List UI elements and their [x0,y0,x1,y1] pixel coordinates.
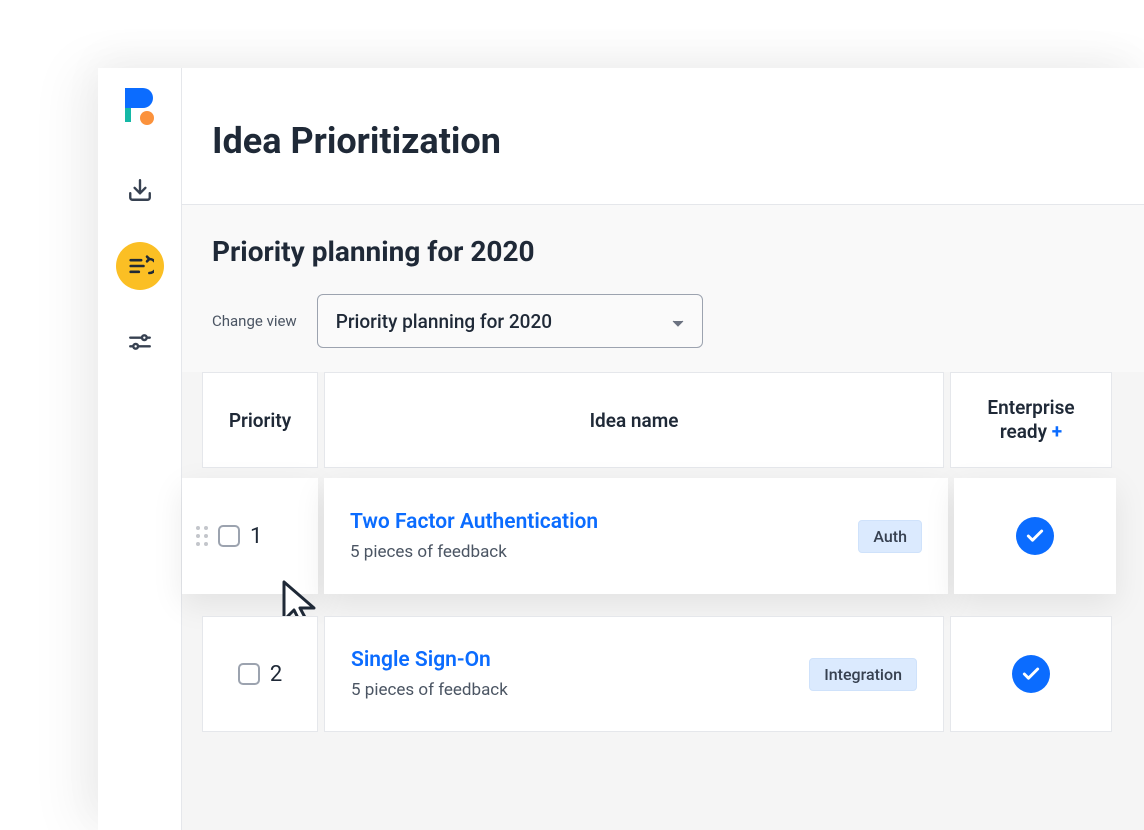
enterprise-cell [950,616,1112,732]
page-title: Idea Prioritization [212,120,1114,162]
view-section: Priority planning for 2020 Change view P… [182,205,1144,372]
caret-down-icon [672,310,684,333]
idea-feedback-count: 5 pieces of feedback [351,680,508,700]
page-header: Idea Prioritization [182,68,1144,205]
download-icon[interactable] [116,166,164,214]
idea-feedback-count: 5 pieces of feedback [350,542,598,562]
priority-cell: 1 [182,478,318,594]
add-column-icon[interactable]: + [1052,420,1062,443]
idea-tag[interactable]: Auth [858,520,922,553]
table-row[interactable]: 2 Single Sign-On 5 pieces of feedback In… [182,616,1144,732]
table-area: Priority Idea name Enterprise ready + 1 [182,372,1144,830]
sidebar [98,68,182,830]
drag-handle-icon[interactable] [196,526,208,546]
app-window: Idea Prioritization Priority planning fo… [98,68,1144,830]
view-select-value: Priority planning for 2020 [336,310,552,333]
view-select[interactable]: Priority planning for 2020 [317,294,703,348]
check-circle-icon [1016,517,1054,555]
priority-number: 1 [250,524,262,549]
app-logo [125,88,155,128]
idea-tag[interactable]: Integration [809,658,917,691]
section-title: Priority planning for 2020 [212,235,1114,268]
view-row: Change view Priority planning for 2020 [212,294,1114,348]
row-checkbox[interactable] [218,525,240,547]
table-row[interactable]: 1 Two Factor Authentication 5 pieces of … [182,478,1144,594]
check-circle-icon [1012,655,1050,693]
prioritization-icon[interactable] [116,242,164,290]
enterprise-cell [954,478,1116,594]
column-enterprise-ready[interactable]: Enterprise ready + [950,372,1112,468]
settings-sliders-icon[interactable] [116,318,164,366]
priority-cell: 2 [202,616,318,732]
column-idea-name: Idea name [324,372,944,468]
idea-title-link[interactable]: Two Factor Authentication [350,510,598,534]
table-body: 1 Two Factor Authentication 5 pieces of … [182,478,1144,732]
idea-text: Two Factor Authentication 5 pieces of fe… [350,510,598,562]
view-label: Change view [212,312,297,330]
column-priority: Priority [202,372,318,468]
priority-number: 2 [270,662,282,687]
idea-cell: Two Factor Authentication 5 pieces of fe… [324,478,948,594]
row-checkbox[interactable] [238,663,260,685]
idea-title-link[interactable]: Single Sign-On [351,648,508,672]
table-header: Priority Idea name Enterprise ready + [182,372,1144,468]
idea-cell: Single Sign-On 5 pieces of feedback Inte… [324,616,944,732]
main-content: Idea Prioritization Priority planning fo… [182,68,1144,830]
idea-text: Single Sign-On 5 pieces of feedback [351,648,508,700]
